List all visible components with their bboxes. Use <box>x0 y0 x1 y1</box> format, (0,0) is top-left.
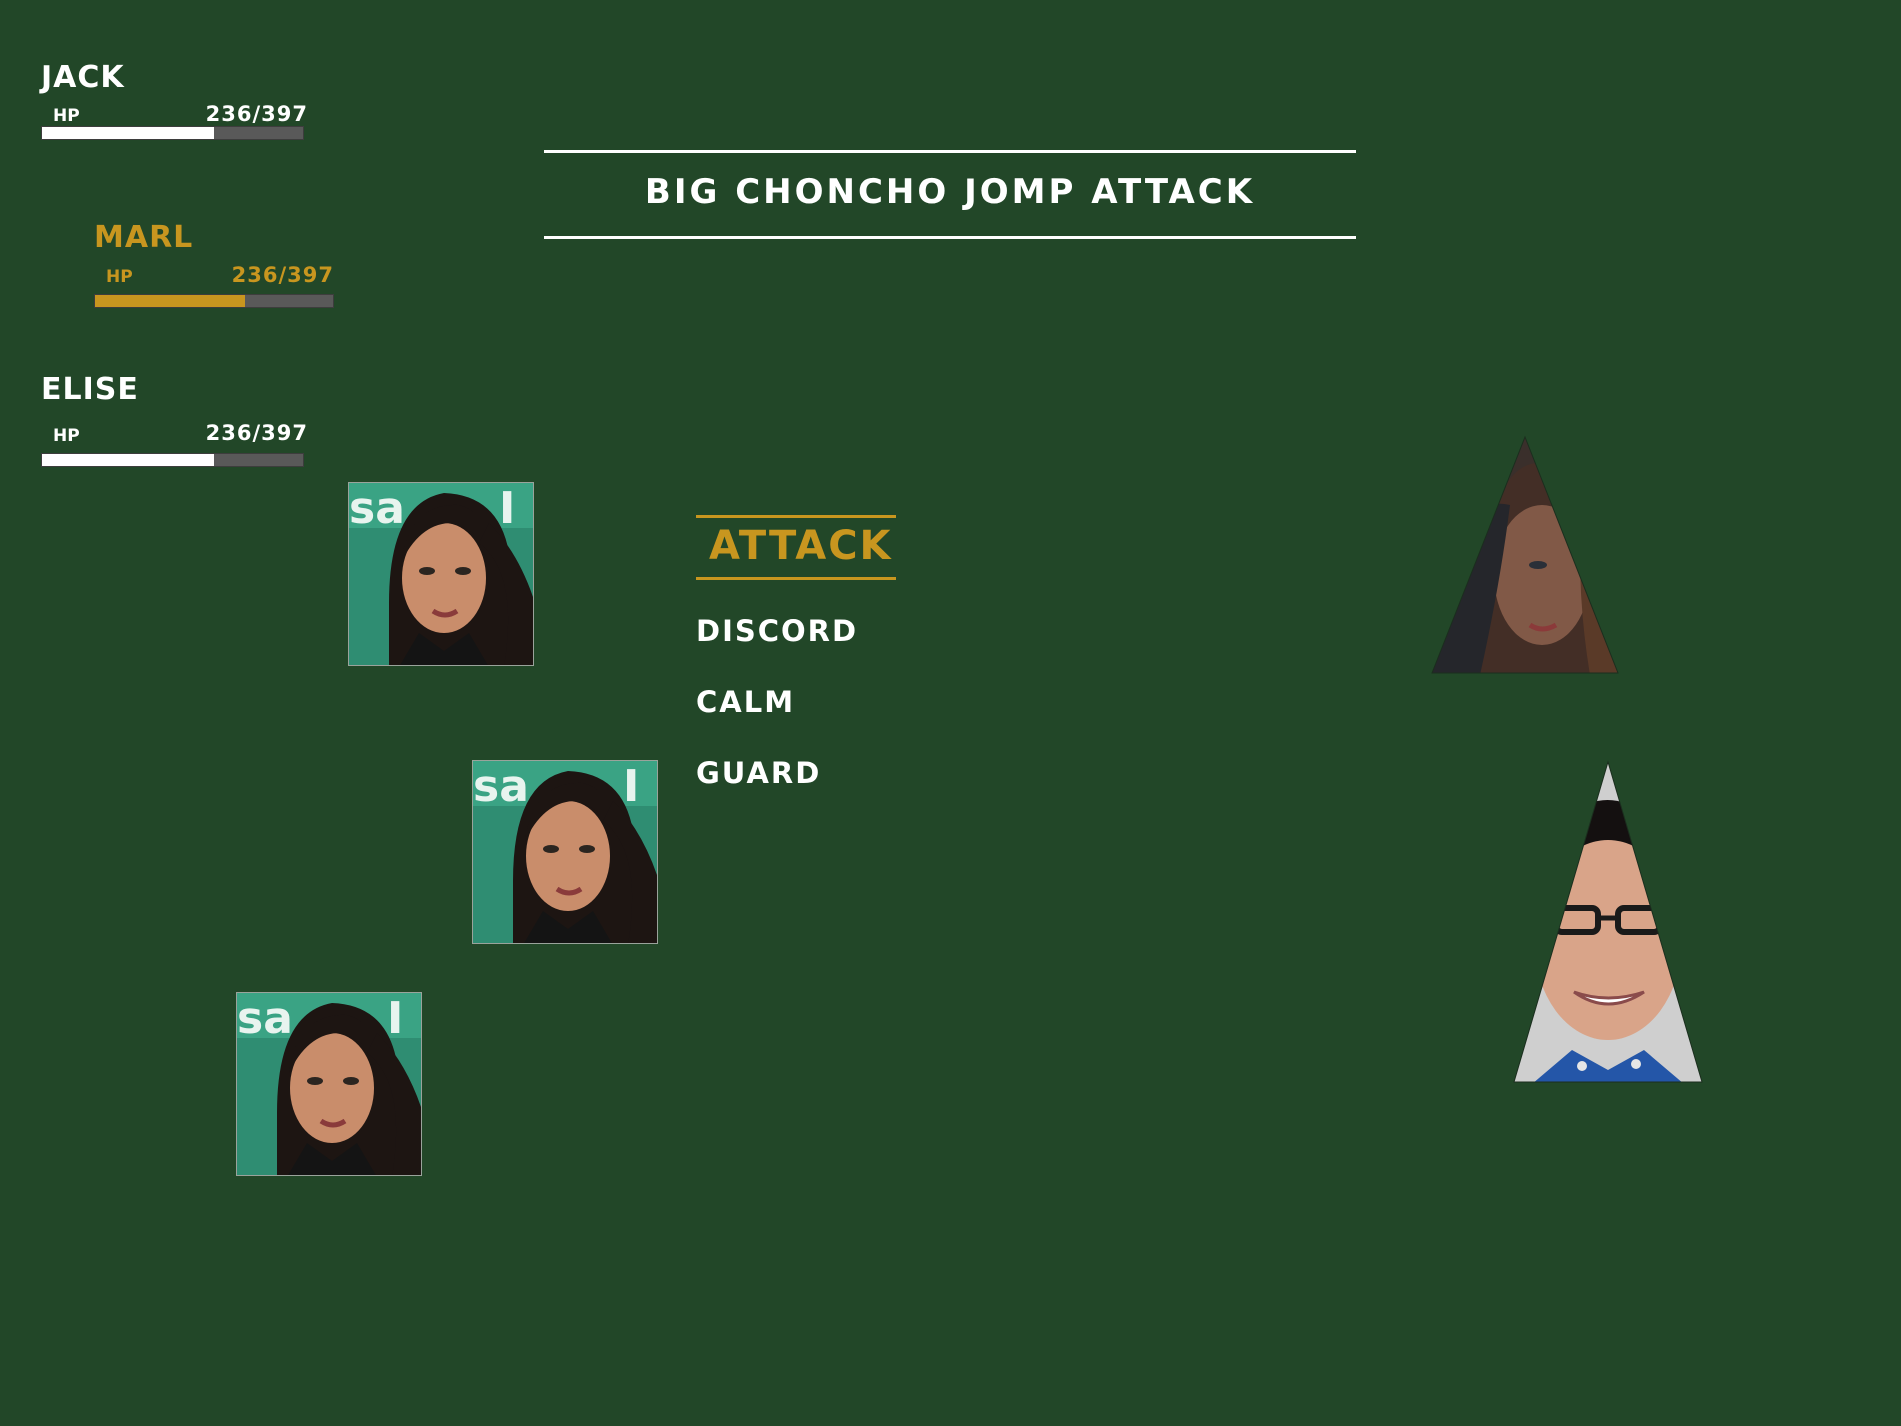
hp-value: 236/397 <box>205 421 308 445</box>
portrait-image: sa I <box>473 761 657 943</box>
svg-text:sa: sa <box>349 483 405 534</box>
enemy-target-2[interactable] <box>1512 760 1704 1084</box>
portrait-image: sa I <box>237 993 421 1175</box>
svg-text:sa: sa <box>473 761 529 812</box>
party-status-jack: JACK HP 236/397 <box>41 60 308 145</box>
party-status-marl: MARL HP 236/397 <box>94 220 334 310</box>
party-member-name: JACK <box>41 60 125 95</box>
svg-text:I: I <box>387 993 403 1044</box>
portrait-image: sa I <box>349 483 533 665</box>
party-member-portrait: sa I <box>348 482 534 666</box>
enemy-target-1[interactable] <box>1430 435 1620 675</box>
hp-bar-fill <box>42 454 215 466</box>
enemy-triangle-portrait-man-glasses-icon <box>1513 760 1703 1083</box>
command-guard[interactable]: GUARD <box>696 756 821 790</box>
hp-value: 236/397 <box>231 263 334 287</box>
hp-label: HP <box>106 267 133 287</box>
action-banner: BIG CHONCHO JOMP ATTACK <box>544 150 1356 240</box>
svg-text:I: I <box>499 483 515 534</box>
selection-rule-top <box>696 515 896 518</box>
hp-bar-fill <box>95 295 245 307</box>
hp-bar-fill <box>42 127 215 139</box>
party-member-name: MARL <box>94 220 194 255</box>
party-member-name: ELISE <box>41 372 139 407</box>
hp-label: HP <box>53 106 80 126</box>
party-status-elise: ELISE HP 236/397 <box>41 372 308 467</box>
hp-label: HP <box>53 426 80 446</box>
svg-text:sa: sa <box>237 993 293 1044</box>
party-member-portrait: sa I <box>236 992 422 1176</box>
battle-screen: JACK HP 236/397 MARL HP 236/397 ELISE HP… <box>0 0 1901 1426</box>
party-member-portrait: sa I <box>472 760 658 944</box>
hp-value: 236/397 <box>205 102 308 126</box>
selection-rule-bottom <box>696 577 896 580</box>
banner-rule-top <box>544 150 1356 153</box>
command-discord[interactable]: DISCORD <box>696 614 858 648</box>
banner-rule-bottom <box>544 236 1356 239</box>
svg-text:I: I <box>623 761 639 812</box>
enemy-triangle-portrait-woman-icon <box>1431 435 1619 674</box>
command-attack[interactable]: ATTACK <box>709 523 893 569</box>
hp-bar <box>41 126 304 140</box>
hp-bar <box>94 294 334 308</box>
command-calm[interactable]: CALM <box>696 685 795 719</box>
hp-bar <box>41 453 304 467</box>
action-title: BIG CHONCHO JOMP ATTACK <box>644 172 1256 212</box>
